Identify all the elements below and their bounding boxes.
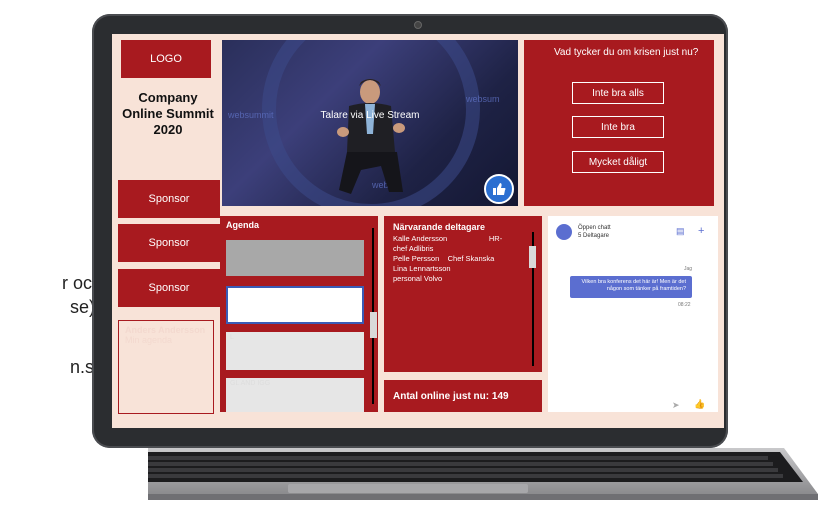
poll-option-3[interactable]: Mycket dåligt [572,151,664,173]
poll-option-1[interactable]: Inte bra alls [572,82,664,104]
online-count: Antal online just nu: 149 [384,380,542,412]
poll-panel: Vad tycker du om krisen just nu? Inte br… [524,40,714,206]
add-icon[interactable]: + [698,225,704,237]
chat-message: Vilken bra konferens det här är! Men är … [570,276,692,298]
event-title: Company Online Summit 2020 [122,90,214,137]
attendee-line: Kalle Andersson HR- [393,234,503,243]
attendees-scroll-thumb[interactable] [529,246,536,268]
send-icon[interactable]: ➤ [672,400,680,411]
agenda-heading: Agenda [226,220,260,230]
profile-name: Anders Andersson [125,325,206,335]
attendees-heading: Närvarande deltagare [393,222,486,232]
agenda-item-1[interactable] [226,240,364,276]
webcam-icon [414,21,422,29]
thumbs-up-glyph-icon [493,183,506,195]
laptop-keyboard-base [148,448,818,500]
agenda-item-3[interactable]: L [226,332,364,370]
attendees-list: Kalle Andersson HR- chef Adlibris Pelle … [393,234,523,284]
chat-title: Öppen chatt [578,225,611,231]
message-time: 08:22 [678,302,691,308]
attendee-line: Lina Lennartsson [393,264,451,273]
speaker-image [337,79,405,194]
sponsor-button-1[interactable]: Sponsor [118,180,220,218]
message-sender: Jag [684,266,693,272]
chat-panel: Öppen chatt 5 Deltagare ▤ + Jag Vilken b… [548,216,718,412]
chat-bubble-icon[interactable]: ▤ [676,226,685,237]
app-screen: LOGO Company Online Summit 2020 Sponsor … [112,34,724,428]
sponsor-button-2[interactable]: Sponsor [118,224,220,262]
poll-option-2[interactable]: Inte bra [572,116,664,138]
thumbs-up-icon[interactable] [484,174,514,204]
poll-question: Vad tycker du om krisen just nu? [554,47,699,58]
group-avatar-icon [556,224,572,240]
attendee-line: personal Volvo [393,274,443,283]
attendee-line: chef Adlibris [393,244,434,253]
chat-participants: 5 Deltagare [578,233,610,239]
video-caption: Talare via Live Stream [320,110,420,121]
my-agenda-link[interactable]: Min agenda [125,335,207,345]
chat-thumbs-up-icon[interactable]: 👍 [694,399,705,410]
agenda-item-4[interactable]: GL AND IGG [226,378,364,412]
agenda-scroll-thumb[interactable] [370,312,377,338]
sponsor-button-3[interactable]: Sponsor [118,269,220,307]
attendee-line: Pelle Persson Chef Skanska [393,254,495,263]
live-stream-video[interactable]: websummit websum web Talare via Live Str… [222,40,518,206]
profile-card[interactable]: Anders Andersson Min agenda [118,320,214,414]
chat-header: Öppen chatt 5 Deltagare [578,224,611,240]
agenda-item-2[interactable] [226,286,364,324]
logo: LOGO [121,40,211,78]
agenda-panel: Agenda L GL AND IGG [220,216,378,412]
attendees-panel: Närvarande deltagare Kalle Andersson HR-… [384,216,542,372]
brand-mark-right: websum [466,94,500,104]
